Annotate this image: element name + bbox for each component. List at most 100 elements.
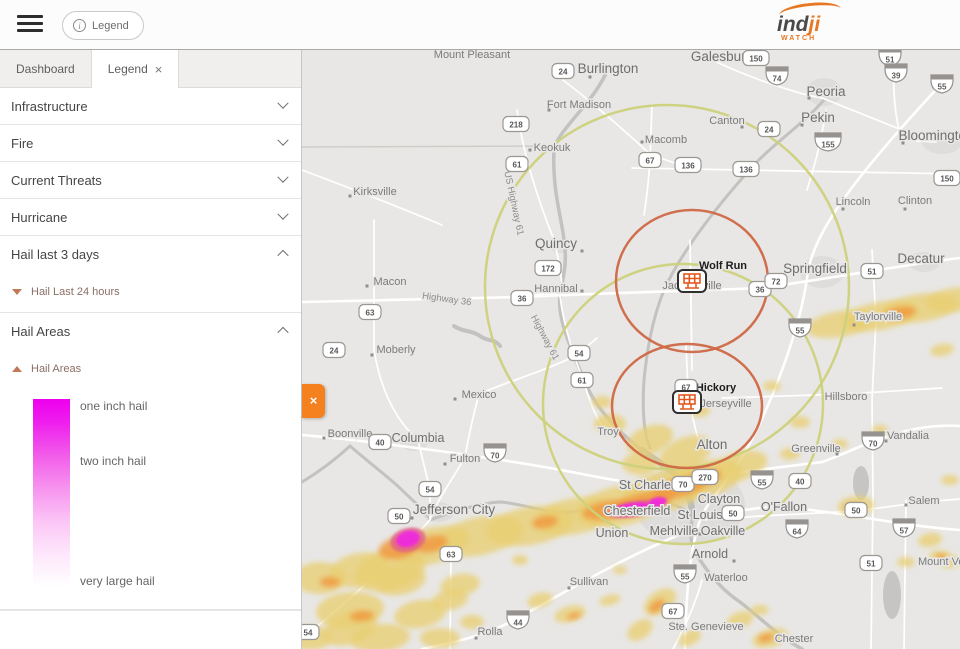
city-dot [853, 324, 856, 327]
legend-button[interactable]: i Legend [62, 11, 144, 40]
app-window: { "topbar": { "legend_button": "Legend",… [0, 0, 960, 649]
us-route-shield-54: 54 [302, 625, 319, 640]
chevron-down-icon [277, 135, 288, 146]
shield-number: 51 [867, 560, 876, 569]
info-icon: i [73, 19, 86, 32]
city-dot [366, 285, 369, 288]
city-dot [411, 517, 414, 520]
map-label: Mount Vernon [918, 556, 960, 568]
chevron-up-icon [277, 250, 288, 261]
shield-crest [484, 444, 506, 449]
us-route-shield-61: 61 [571, 373, 593, 388]
layer-hail-last-24-hours[interactable]: Hail Last 24 hours [0, 272, 301, 312]
collapse-sidebar-tab[interactable]: × [302, 384, 325, 418]
indji-watch-logo: indji WATCH [773, 5, 853, 45]
map-label: Jefferson City [413, 502, 496, 517]
map-label: Columbia [392, 431, 445, 445]
shield-number: 51 [868, 268, 877, 277]
legend-label-very-large: very large hail [80, 574, 155, 588]
us-route-shield-50: 50 [845, 503, 867, 518]
shield-number: 40 [376, 439, 385, 448]
tab-legend[interactable]: Legend × [91, 50, 180, 88]
legend-label-one-inch: one inch hail [80, 399, 147, 413]
tab-dashboard[interactable]: Dashboard [0, 50, 91, 87]
hickory-site-marker[interactable] [673, 391, 701, 413]
map-canvas[interactable]: Mount PleasantBurlingtonFort MadisonKeok… [302, 50, 960, 649]
section-current-threats: Current Threats [0, 162, 301, 199]
hamburger-menu-icon[interactable] [17, 15, 43, 35]
map-label: Greenville [791, 443, 841, 455]
us-route-shield-218: 218 [503, 117, 529, 132]
layer-hail-areas[interactable]: Hail Areas [0, 349, 301, 389]
map-label: St Charles [619, 478, 677, 492]
us-route-shield-40: 40 [789, 474, 811, 489]
map-label: Chester [775, 633, 814, 645]
shield-crest [766, 67, 788, 72]
map-label: Jerseyville [700, 398, 751, 410]
city-dot [475, 637, 478, 640]
shield-number: 24 [330, 347, 339, 356]
section-fire: Fire [0, 125, 301, 162]
city-dot [589, 76, 592, 79]
map-label: Springfield [783, 261, 847, 276]
city-dot [323, 437, 326, 440]
us-route-shield-67: 67 [639, 153, 661, 168]
map-label: Pekin [801, 110, 835, 125]
city-dot [836, 453, 839, 456]
legend-button-label: Legend [92, 20, 129, 32]
map-label: Hannibal [534, 283, 577, 295]
map-label: Arnold [692, 547, 728, 561]
shield-number: 50 [852, 507, 861, 516]
section-header-hail-3-days[interactable]: Hail last 3 days [0, 236, 301, 272]
us-route-shield-150: 150 [743, 51, 769, 66]
city-dot [548, 109, 551, 112]
map-label: Boonville [328, 428, 373, 440]
shield-number: 55 [681, 573, 690, 582]
map-label: Fort Madison [547, 99, 611, 111]
section-hail-areas: Hail Areas Hail Areas one inch hail two … [0, 313, 301, 610]
section-header-current-threats[interactable]: Current Threats [0, 162, 301, 198]
section-header-hurricane[interactable]: Hurricane [0, 199, 301, 235]
city-dot [444, 463, 447, 466]
shield-number: 50 [729, 510, 738, 519]
us-route-shield-24: 24 [323, 343, 345, 358]
legend-label-two-inch: two inch hail [80, 454, 146, 468]
map-label: Peoria [806, 84, 846, 99]
hail-blob-yellow [897, 557, 915, 567]
shield-number: 55 [758, 479, 767, 488]
us-route-shield-72: 72 [765, 274, 787, 289]
tab-close-icon[interactable]: × [155, 62, 163, 77]
us-route-shield-24: 24 [758, 122, 780, 137]
map-label: Decatur [897, 251, 945, 266]
shield-number: 50 [395, 513, 404, 522]
hail-blob-yellow [512, 555, 528, 565]
shield-number: 70 [491, 452, 500, 461]
shield-number: 67 [669, 608, 678, 617]
chevron-up-icon [277, 327, 288, 338]
section-header-infrastructure[interactable]: Infrastructure [0, 88, 301, 124]
map-label: Chesterfield [604, 504, 671, 518]
map-label: Mount Pleasant [434, 50, 510, 61]
us-route-shield-51: 51 [860, 556, 882, 571]
shield-number: 44 [514, 619, 523, 628]
city-dot [905, 504, 908, 507]
map-label: Alton [697, 437, 728, 452]
shield-crest [862, 432, 884, 437]
map-label: Moberly [376, 344, 416, 356]
sidebar: Dashboard Legend × Infrastructure Fire C… [0, 50, 302, 649]
map-label: Bloomington [898, 128, 960, 143]
shield-number: 67 [646, 157, 655, 166]
map-label: Mehlville [650, 524, 699, 538]
map-label: Salem [908, 495, 939, 507]
us-route-shield-51: 51 [861, 264, 883, 279]
city-dot [371, 354, 374, 357]
hail-blob-yellow [420, 628, 460, 648]
map-label: Burlington [578, 61, 639, 76]
us-route-shield-63: 63 [440, 547, 462, 562]
shield-number: 172 [541, 265, 555, 274]
section-header-hail-areas[interactable]: Hail Areas [0, 313, 301, 349]
us-route-shield-150: 150 [934, 171, 960, 186]
section-header-fire[interactable]: Fire [0, 125, 301, 161]
wolf-run-site-marker[interactable] [678, 270, 706, 292]
city-dot [741, 126, 744, 129]
